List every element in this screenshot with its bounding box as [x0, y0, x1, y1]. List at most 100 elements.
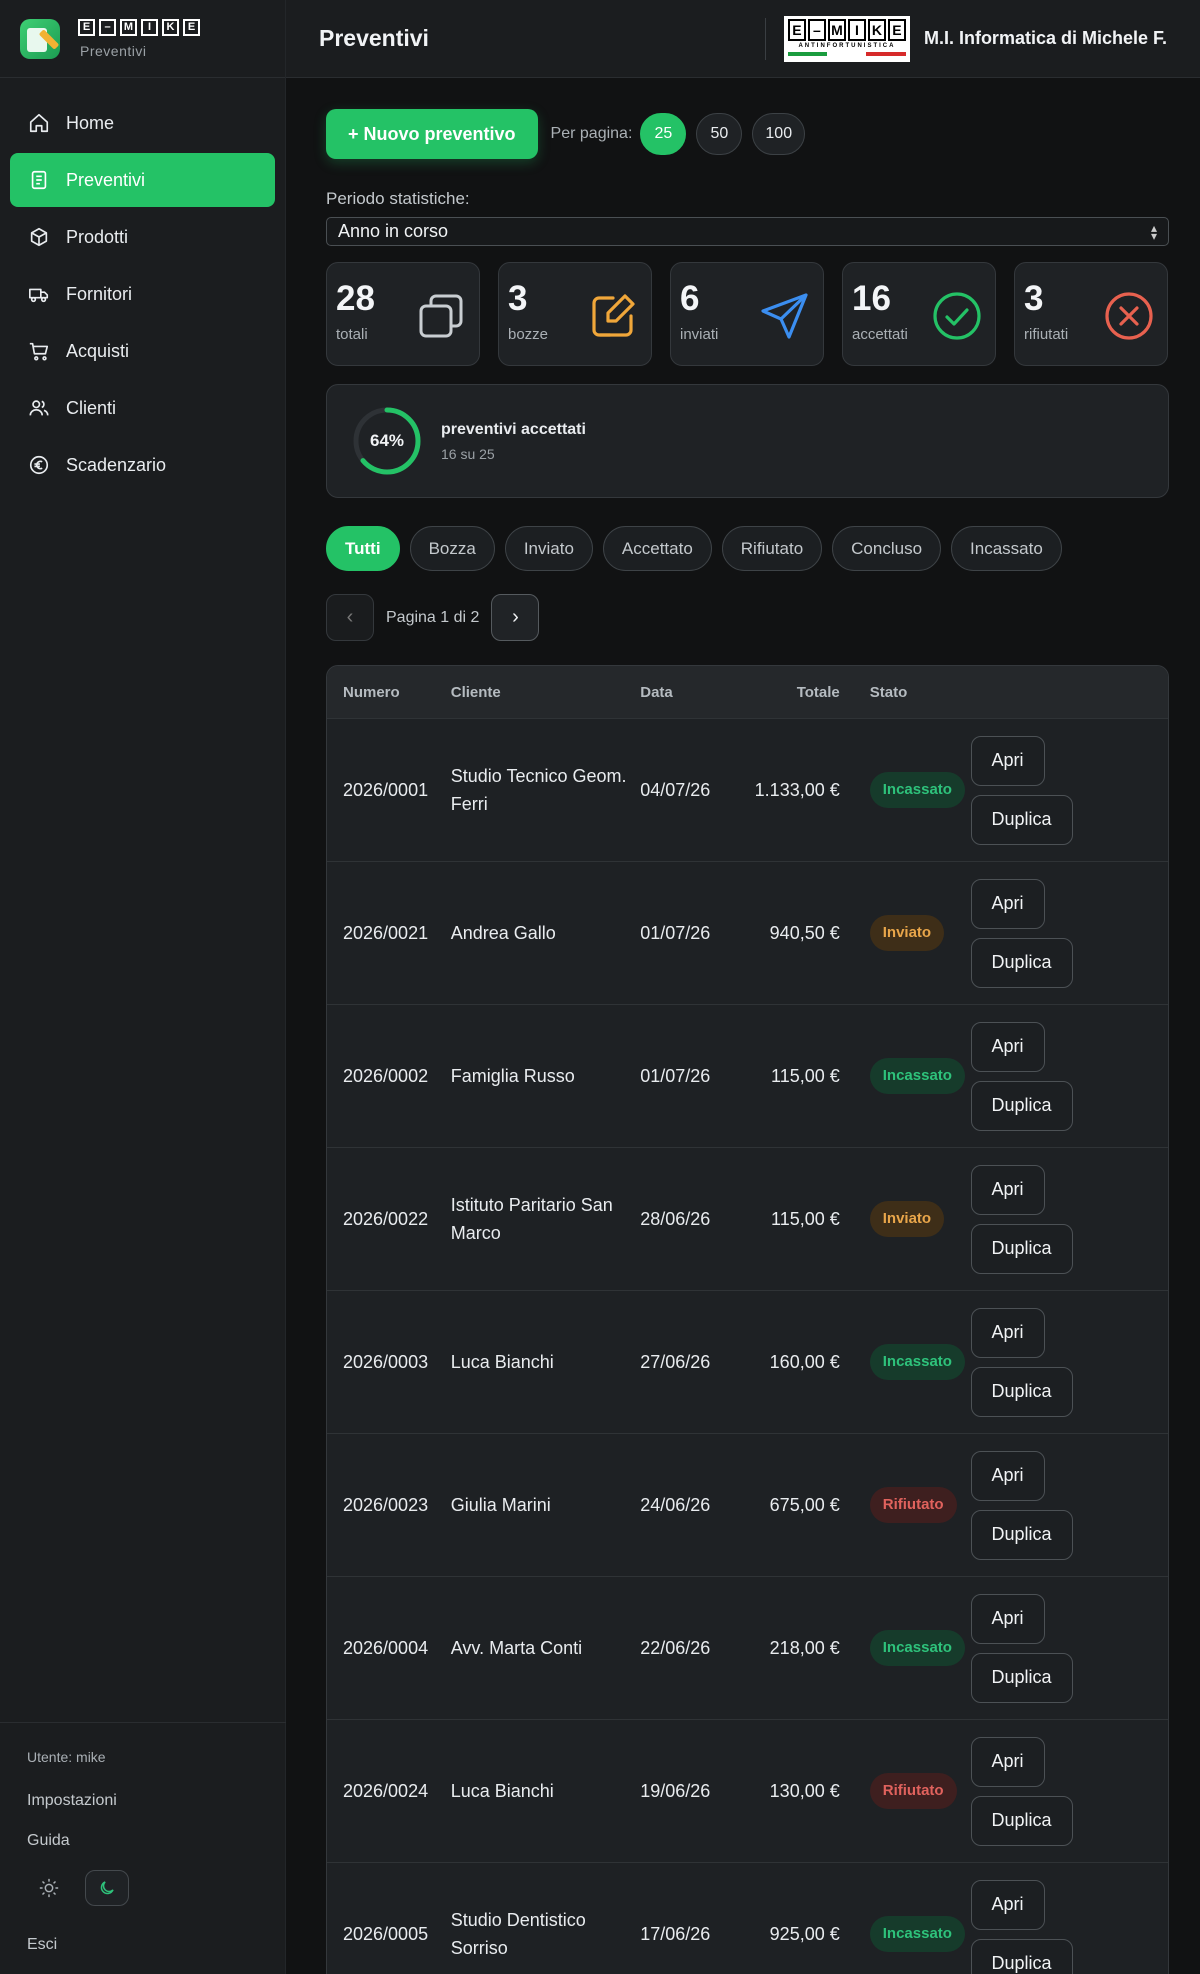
- nav-item-prodotti[interactable]: Prodotti: [10, 210, 275, 264]
- cell-cliente: Studio Tecnico Geom. Ferri: [450, 766, 627, 814]
- stat-card-inviati[interactable]: 6 inviati: [670, 262, 824, 366]
- cell-totale: 115,00 €: [771, 1209, 840, 1229]
- period-select[interactable]: Anno in corso ▴ ▾: [326, 217, 1169, 246]
- table-row[interactable]: 2026/0023 Giulia Marini 24/06/26 675,00 € Ri…: [327, 1433, 1168, 1576]
- table-row[interactable]: 2026/0022 Istituto Paritario San Marco 28/…: [327, 1147, 1168, 1290]
- table-row[interactable]: 2026/0003 Luca Bianchi 27/06/26 160,00 € Inc…: [327, 1290, 1168, 1433]
- guide-link[interactable]: Guida: [27, 1832, 286, 1850]
- cell-totale: 675,00 €: [769, 1495, 840, 1515]
- filter-incassato[interactable]: Incassato: [951, 526, 1062, 571]
- brand-logo-letter: –: [99, 18, 116, 36]
- open-button[interactable]: Apri: [970, 1593, 1045, 1644]
- company-logo-letter: –: [807, 18, 826, 41]
- nav-label: Prodotti: [66, 226, 129, 247]
- app-logo-icon: [20, 18, 60, 59]
- open-button[interactable]: Apri: [970, 1164, 1045, 1215]
- logout-link[interactable]: Esci: [27, 1936, 286, 1954]
- table-row[interactable]: 2026/0002 Famiglia Russo 01/07/26 115,00 € I…: [327, 1004, 1168, 1147]
- cart-icon: [29, 342, 49, 361]
- column-header-numero[interactable]: Numero: [327, 684, 451, 701]
- open-button[interactable]: Apri: [970, 1021, 1045, 1072]
- table-row[interactable]: 2026/0001 Studio Tecnico Geom. Ferri 04/07…: [327, 718, 1168, 861]
- table-row[interactable]: 2026/0021 Andrea Gallo 01/07/26 940,50 € Inv…: [327, 861, 1168, 1004]
- open-button[interactable]: Apri: [970, 878, 1045, 929]
- table-row[interactable]: 2026/0004 Avv. Marta Conti 22/06/26 218,00 …: [327, 1576, 1168, 1719]
- cell-numero: 2026/0021: [343, 923, 429, 943]
- progress-title: preventivi accettati: [441, 420, 586, 438]
- stat-card-bozze[interactable]: 3 bozze: [498, 262, 652, 366]
- truck-icon: [29, 288, 49, 303]
- cell-stato: Incassato: [840, 772, 971, 808]
- nav-item-fornitori[interactable]: Fornitori: [10, 267, 275, 321]
- per-page-label: Per pagina:: [550, 125, 633, 142]
- status-badge: Rifiutato: [869, 1487, 957, 1523]
- duplicate-button[interactable]: Duplica: [970, 1366, 1073, 1417]
- brand-app-name: Preventivi: [80, 42, 147, 59]
- new-quote-button[interactable]: + Nuovo preventivo: [326, 109, 538, 159]
- nav-label: Acquisti: [66, 340, 130, 361]
- column-header-cliente[interactable]: Cliente: [451, 684, 641, 701]
- nav-item-scadenzario[interactable]: Scadenzario: [10, 438, 275, 492]
- filter-tutti[interactable]: Tutti: [326, 526, 400, 571]
- prev-page-button[interactable]: ‹: [326, 594, 374, 641]
- cell-totale: 115,00 €: [771, 1066, 840, 1086]
- dark-theme-button[interactable]: [85, 1870, 129, 1906]
- open-button[interactable]: Apri: [970, 735, 1045, 786]
- open-button[interactable]: Apri: [970, 1736, 1045, 1787]
- duplicate-button[interactable]: Duplica: [970, 1938, 1073, 1974]
- per-page-100-button[interactable]: 100: [752, 113, 806, 155]
- light-theme-button[interactable]: [27, 1870, 71, 1906]
- status-badge: Inviato: [869, 915, 945, 951]
- duplicate-button[interactable]: Duplica: [970, 1223, 1073, 1274]
- settings-link[interactable]: Impostazioni: [27, 1792, 286, 1810]
- cell-stato: Incassato: [840, 1058, 971, 1094]
- next-page-button[interactable]: ›: [491, 594, 540, 641]
- progress-percent: 64%: [369, 431, 405, 450]
- page-title: Preventivi: [319, 25, 429, 51]
- status-filters: Tutti Bozza Inviato Accettato Rifiutato …: [326, 526, 1200, 571]
- cell-totale: 130,00 €: [769, 1781, 840, 1801]
- nav-label: Scadenzario: [66, 454, 167, 475]
- nav-item-home[interactable]: Home: [10, 96, 275, 150]
- cell-cliente: Giulia Marini: [450, 1495, 551, 1515]
- open-button[interactable]: Apri: [970, 1450, 1045, 1501]
- column-header-totale[interactable]: Totale: [740, 684, 840, 701]
- column-header-stato[interactable]: Stato: [840, 684, 971, 701]
- table-row[interactable]: 2026/0024 Luca Bianchi 19/06/26 130,00 € Rif…: [327, 1719, 1168, 1862]
- filter-rifiutato[interactable]: Rifiutato: [721, 526, 823, 571]
- filter-inviato[interactable]: Inviato: [504, 526, 593, 571]
- column-header-data[interactable]: Data: [640, 684, 740, 701]
- open-button[interactable]: Apri: [970, 1307, 1045, 1358]
- sidebar-footer: Utente: mike Impostazioni Guida Esci: [0, 1722, 286, 1974]
- duplicate-button[interactable]: Duplica: [970, 1509, 1073, 1560]
- status-badge: Incassato: [869, 1058, 965, 1094]
- filter-bozza[interactable]: Bozza: [409, 526, 495, 571]
- duplicate-button[interactable]: Duplica: [970, 1080, 1073, 1131]
- open-button[interactable]: Apri: [970, 1879, 1045, 1930]
- cell-totale: 925,00 €: [769, 1924, 840, 1944]
- per-page-50-button[interactable]: 50: [696, 113, 743, 155]
- cell-totale: 160,00 €: [769, 1352, 840, 1372]
- duplicate-button[interactable]: Duplica: [970, 937, 1073, 988]
- cell-numero: 2026/0005: [343, 1924, 429, 1944]
- nav-item-acquisti[interactable]: Acquisti: [10, 324, 275, 378]
- filter-concluso[interactable]: Concluso: [832, 526, 942, 571]
- users-icon: [29, 400, 49, 416]
- cell-numero: 2026/0003: [343, 1352, 429, 1372]
- per-page-25-button[interactable]: 25: [640, 113, 687, 155]
- stat-card-accettati[interactable]: 16 accettati: [842, 262, 996, 366]
- brand[interactable]: E – M I K E Preventivi: [0, 0, 285, 78]
- duplicate-button[interactable]: Duplica: [970, 1652, 1073, 1703]
- cell-cliente: Luca Bianchi: [450, 1781, 554, 1801]
- euro-icon: [29, 455, 49, 475]
- nav-item-preventivi[interactable]: Preventivi: [10, 153, 275, 207]
- table-row[interactable]: 2026/0005 Studio Dentistico Sorriso 17/06/…: [327, 1862, 1168, 1974]
- stat-card-totali[interactable]: 28 totali: [326, 262, 480, 366]
- duplicate-button[interactable]: Duplica: [970, 794, 1073, 845]
- stat-card-rifiutati[interactable]: 3 rifiutati: [1014, 262, 1168, 366]
- nav-item-clienti[interactable]: Clienti: [10, 381, 275, 435]
- cell-actions: Apri Duplica: [970, 1021, 1169, 1131]
- duplicate-button[interactable]: Duplica: [970, 1795, 1073, 1846]
- filter-accettato[interactable]: Accettato: [602, 526, 712, 571]
- cell-stato: Inviato: [840, 1201, 971, 1237]
